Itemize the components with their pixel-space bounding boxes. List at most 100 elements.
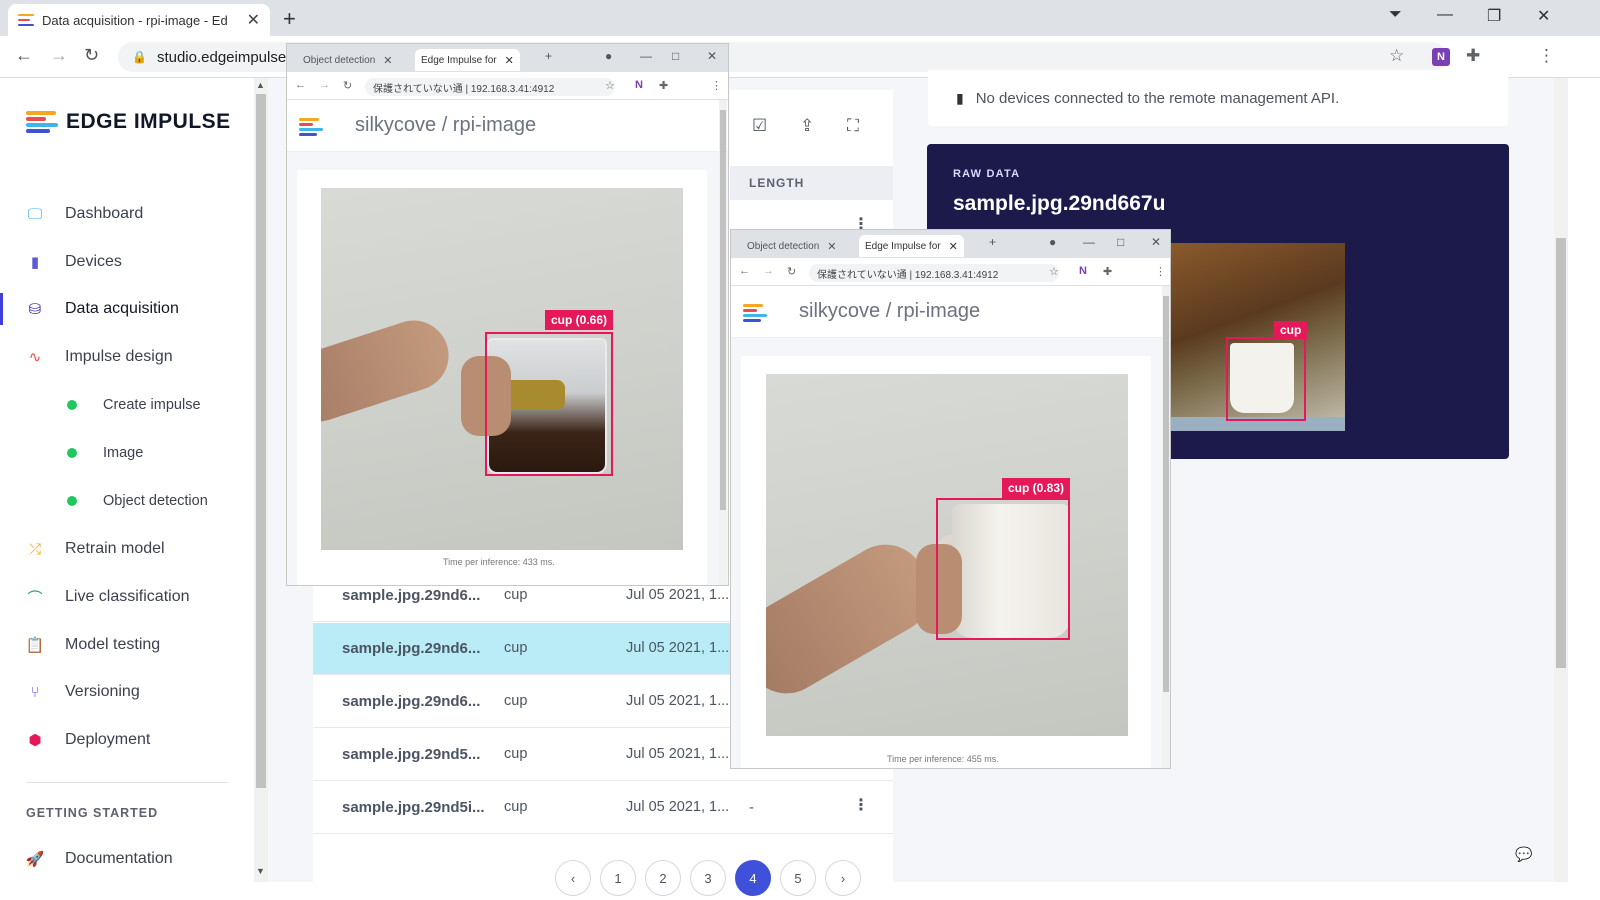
- select-checkbox-icon[interactable]: ☑: [752, 116, 767, 136]
- reload-icon[interactable]: ↻: [343, 79, 352, 92]
- new-tab-icon[interactable]: +: [545, 49, 552, 63]
- close-window-icon[interactable]: ✕: [1151, 235, 1161, 249]
- fullscreen-icon[interactable]: ⛶: [847, 116, 859, 136]
- browser-menu-icon[interactable]: ⋮: [711, 79, 722, 92]
- sidebar-subitem-image[interactable]: Image: [0, 437, 256, 469]
- pagination-page[interactable]: 5: [780, 860, 816, 896]
- bounding-box-label: cup (0.66): [545, 310, 614, 330]
- onenote-extension-icon[interactable]: N: [1432, 48, 1450, 66]
- sidebar-item-label: Model testing: [65, 636, 161, 653]
- popup-scrollbar[interactable]: [719, 100, 727, 585]
- sidebar-subitem-object-detection[interactable]: Object detection: [0, 485, 256, 517]
- popup-url[interactable]: 保護されていない通 | 192.168.3.41:4912: [365, 78, 615, 96]
- sidebar-item-dashboard[interactable]: 🖵 Dashboard: [0, 194, 256, 234]
- sidebar-item-devices[interactable]: ▮ Devices: [0, 242, 256, 282]
- popup-url[interactable]: 保護されていない通 | 192.168.3.41:4912: [809, 264, 1059, 282]
- minimize-icon[interactable]: —: [1437, 6, 1453, 24]
- onenote-extension-icon[interactable]: N: [635, 79, 643, 91]
- sidebar-item-model-testing[interactable]: 📋 Model testing: [0, 625, 256, 665]
- new-tab-icon[interactable]: +: [989, 235, 996, 249]
- pagination-page[interactable]: 2: [645, 860, 681, 896]
- page-scrollbar[interactable]: [1554, 78, 1568, 882]
- sample-name: sample.jpg.29nd6...: [342, 640, 481, 657]
- forward-icon[interactable]: →: [319, 79, 330, 91]
- sidebar-item-live-classification[interactable]: ⌒ Live classification: [0, 577, 256, 617]
- sidebar-item-deployment[interactable]: ⬢ Deployment: [0, 720, 256, 760]
- sample-label: cup: [504, 746, 528, 762]
- browser-menu-icon[interactable]: ⋮: [1155, 265, 1166, 278]
- classifier-popup-window[interactable]: Object detection ✕ Edge Impulse for ✕ + ● …: [731, 230, 1170, 768]
- onenote-extension-icon[interactable]: N: [1079, 265, 1087, 277]
- profile-menu-icon[interactable]: ⏷: [1389, 6, 1402, 24]
- pagination-prev[interactable]: ‹: [555, 860, 591, 896]
- brand-logo[interactable]: EDGE IMPULSE: [26, 110, 231, 134]
- scrollbar-thumb[interactable]: [1556, 238, 1566, 668]
- sidebar-item-retrain-model[interactable]: ⤮ Retrain model: [0, 529, 256, 569]
- restore-icon[interactable]: □: [672, 49, 679, 63]
- edge-impulse-logo-icon: [26, 111, 58, 133]
- classifier-popup-window[interactable]: Object detection ✕ Edge Impulse for ✕ + ● …: [287, 44, 728, 585]
- pulse-icon: ∿: [28, 349, 42, 366]
- pagination-page[interactable]: 3: [690, 860, 726, 896]
- bookmark-star-icon[interactable]: ☆: [1049, 265, 1059, 278]
- forward-icon[interactable]: →: [763, 265, 774, 277]
- upload-icon[interactable]: ⇪: [800, 116, 814, 136]
- close-tab-icon[interactable]: ✕: [505, 54, 514, 67]
- scroll-up-icon[interactable]: ▲: [256, 80, 265, 90]
- new-tab-icon[interactable]: +: [283, 6, 296, 32]
- reload-icon[interactable]: ↻: [787, 265, 796, 278]
- bookmark-star-icon[interactable]: ☆: [1389, 46, 1404, 66]
- sidebar-scrollbar[interactable]: ▲ ▼: [254, 78, 268, 882]
- scrollbar-thumb[interactable]: [1163, 296, 1169, 692]
- inference-time: Time per inference: 455 ms.: [887, 754, 999, 764]
- table-row[interactable]: sample.jpg.29nd5i... cup Jul 05 2021, 1.…: [313, 782, 893, 834]
- close-window-icon[interactable]: ✕: [707, 49, 717, 63]
- sidebar-item-documentation[interactable]: 🚀 Documentation: [0, 839, 256, 879]
- pagination-page[interactable]: 1: [600, 860, 636, 896]
- sidebar-item-label: Data acquisition: [65, 300, 179, 317]
- row-menu-icon[interactable]: ⋮: [853, 795, 869, 815]
- browser-tab-active[interactable]: Data acquisition - rpi-image - Ed ✕: [8, 4, 270, 36]
- scrollbar-thumb[interactable]: [720, 110, 726, 510]
- sidebar-item-versioning[interactable]: ⑂ Versioning: [0, 672, 256, 712]
- back-icon[interactable]: ←: [739, 265, 750, 277]
- back-icon[interactable]: ←: [15, 45, 33, 66]
- restore-icon[interactable]: ❐: [1487, 6, 1501, 26]
- popup-tab-inactive[interactable]: Object detection ✕: [297, 49, 398, 71]
- sample-label: cup: [504, 587, 528, 603]
- close-tab-icon[interactable]: ✕: [827, 240, 836, 253]
- monitor-icon: 🖵: [27, 205, 43, 223]
- popup-tabbar: Object detection ✕ Edge Impulse for ✕ + ● …: [731, 230, 1170, 258]
- popup-tab-inactive[interactable]: Object detection ✕: [741, 235, 842, 257]
- feedback-icon[interactable]: 💬: [1515, 846, 1532, 863]
- minimize-icon[interactable]: —: [640, 49, 652, 63]
- browser-menu-icon[interactable]: ⋮: [1538, 46, 1555, 66]
- lock-icon: 🔒: [132, 50, 147, 64]
- profile-menu-icon[interactable]: ●: [605, 49, 612, 63]
- reload-icon[interactable]: ↻: [84, 45, 99, 66]
- restore-icon[interactable]: □: [1117, 235, 1124, 249]
- profile-menu-icon[interactable]: ●: [1049, 235, 1056, 249]
- close-window-icon[interactable]: ✕: [1537, 6, 1550, 26]
- extensions-puzzle-icon[interactable]: ✚: [659, 79, 668, 92]
- minimize-icon[interactable]: —: [1083, 235, 1095, 249]
- popup-scrollbar[interactable]: [1162, 286, 1170, 768]
- close-tab-icon[interactable]: ✕: [383, 54, 392, 67]
- back-icon[interactable]: ←: [295, 79, 306, 91]
- bookmark-star-icon[interactable]: ☆: [605, 79, 615, 92]
- close-tab-icon[interactable]: ✕: [247, 10, 260, 30]
- popup-tab-active[interactable]: Edge Impulse for ✕: [859, 235, 964, 257]
- extensions-puzzle-icon[interactable]: ✚: [1466, 46, 1480, 66]
- forward-icon[interactable]: →: [50, 45, 68, 66]
- extensions-puzzle-icon[interactable]: ✚: [1103, 265, 1112, 278]
- close-tab-icon[interactable]: ✕: [949, 240, 958, 253]
- pagination-current-page[interactable]: 4: [735, 860, 771, 896]
- pagination-next[interactable]: ›: [825, 860, 861, 896]
- sidebar-subitem-create-impulse[interactable]: Create impulse: [0, 389, 256, 421]
- scroll-down-icon[interactable]: ▼: [256, 866, 265, 876]
- popup-tab-active[interactable]: Edge Impulse for ✕: [415, 49, 520, 71]
- popup-address-bar: ← → ↻ 保護されていない通 | 192.168.3.41:4912 ☆ N …: [287, 72, 728, 100]
- scrollbar-thumb[interactable]: [256, 94, 266, 788]
- sidebar-item-impulse-design[interactable]: ∿ Impulse design: [0, 337, 256, 377]
- sidebar-item-data-acquisition[interactable]: ⛁ Data acquisition: [0, 289, 256, 329]
